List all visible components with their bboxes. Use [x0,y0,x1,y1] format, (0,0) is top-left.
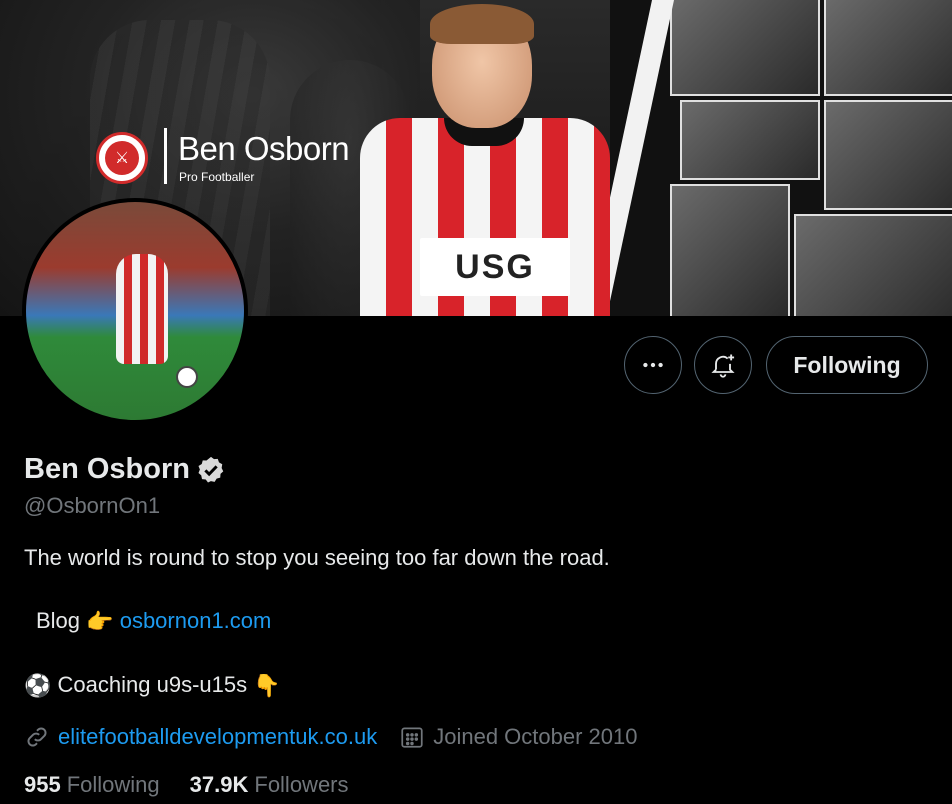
following-count: 955 [24,772,61,797]
pointing-right-icon: 👉 [86,609,114,635]
bio-blog-label: Blog [36,608,81,633]
followers-stat[interactable]: 37.9K Followers [190,772,349,798]
calendar-icon [401,727,423,748]
bell-plus-icon [711,354,735,378]
link-icon [27,727,47,747]
bio-blog-link[interactable]: osbornon1.com [120,608,272,633]
football-icon [176,366,198,388]
banner-brand-name: Ben Osborn [178,130,350,167]
followers-count: 37.9K [189,772,249,797]
bio-line-2: Blog 👉 osbornon1.com [36,608,271,635]
profile-meta: elitefootballdevelopmentuk.co.uk Joined … [24,722,637,752]
display-name-text: Ben Osborn [24,453,190,485]
verified-badge-icon[interactable] [196,455,226,485]
bio-line-1: The world is round to stop you seeing to… [24,545,610,570]
profile-handle: @OsbornOn1 [24,493,161,518]
website-link[interactable]: elitefootballdevelopmentuk.co.uk [58,724,377,750]
soccer-ball-icon: ⚽ [24,673,52,699]
following-stat[interactable]: 955 Following [24,772,160,798]
shirt-sponsor: USG [420,238,570,296]
more-options-button[interactable] [624,336,682,394]
follow-stats: 955 Following 37.9K Followers [24,772,349,798]
profile-name: Ben Osborn [24,453,226,486]
bio-line-3: ⚽ Coaching u9s-u15s 👇 [24,672,281,699]
following-button[interactable]: Following [766,336,928,394]
more-horizontal-icon [643,362,663,368]
notifications-button[interactable] [694,336,752,394]
pointing-down-icon: 👇 [253,673,281,699]
bio-coaching-text: Coaching u9s-u15s [57,672,248,697]
profile-avatar[interactable] [22,198,248,424]
joined-date: Joined October 2010 [433,724,638,749]
followers-label: Followers [254,772,349,797]
brand-divider [164,128,167,184]
banner-player-image: USG [360,0,610,316]
club-crest-icon: ⚔ [96,132,148,184]
banner-brand-subtitle: Pro Footballer [179,170,255,184]
following-label: Following [66,772,160,797]
